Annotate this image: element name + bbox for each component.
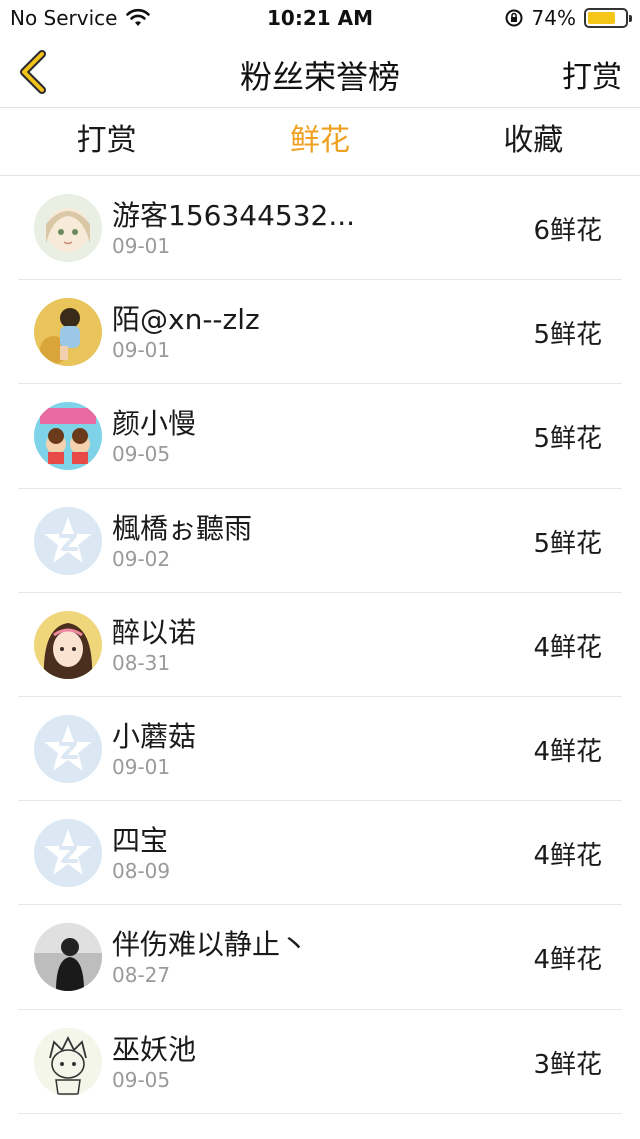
flower-count: 4鲜花 bbox=[533, 945, 602, 976]
fan-row[interactable]: 颜小慢 09-05 5鲜花 bbox=[18, 384, 622, 489]
fan-row[interactable]: 陌@xn--zlz 09-01 5鲜花 bbox=[18, 280, 622, 385]
chevron-left-icon bbox=[20, 50, 46, 94]
fan-name: 楓橋ぉ聽雨 bbox=[112, 511, 253, 545]
fan-name: 醉以诺 bbox=[112, 615, 197, 649]
avatar[interactable] bbox=[34, 1027, 102, 1096]
fan-row[interactable]: 醉以诺 08-31 4鲜花 bbox=[18, 593, 622, 697]
avatar[interactable] bbox=[34, 506, 102, 575]
fan-date: 09-02 bbox=[112, 546, 171, 571]
tab-reward[interactable]: 打赏 bbox=[0, 108, 213, 175]
avatar[interactable] bbox=[34, 714, 102, 783]
avatar-image bbox=[34, 819, 102, 888]
fan-date: 09-05 bbox=[112, 442, 171, 467]
battery-icon bbox=[584, 8, 632, 28]
avatar[interactable] bbox=[34, 298, 102, 367]
rotation-lock-icon bbox=[505, 9, 523, 27]
avatar-image bbox=[34, 506, 102, 575]
avatar-image bbox=[34, 923, 102, 992]
flower-count: 3鲜花 bbox=[533, 1049, 602, 1080]
avatar[interactable] bbox=[34, 923, 102, 992]
flower-count: 5鲜花 bbox=[533, 320, 602, 351]
avatar-image bbox=[34, 714, 102, 783]
flower-count: 6鲜花 bbox=[533, 216, 602, 246]
flower-count: 4鲜花 bbox=[533, 841, 602, 872]
avatar[interactable] bbox=[34, 194, 102, 262]
fan-name: 颜小慢 bbox=[112, 407, 197, 441]
fan-date: 09-05 bbox=[112, 1067, 171, 1092]
flower-count: 4鲜花 bbox=[533, 632, 602, 663]
status-bar: No Service 10:21 AM 74% bbox=[0, 0, 640, 36]
fan-row[interactable]: 楓橋ぉ聽雨 09-02 5鲜花 bbox=[18, 489, 622, 593]
status-right: 74% bbox=[504, 6, 632, 30]
back-button[interactable] bbox=[12, 48, 60, 96]
battery-fill bbox=[588, 12, 615, 24]
fan-name: 巫妖池 bbox=[112, 1032, 197, 1066]
fan-row[interactable]: 巫妖池 09-05 3鲜花 bbox=[18, 1010, 622, 1114]
fan-list: 游客156344532... 09-01 6鲜花 陌@xn--zlz 09-01 5鲜花颜… bbox=[0, 176, 640, 1114]
avatar-image bbox=[34, 402, 102, 471]
fan-date: 09-01 bbox=[112, 338, 171, 363]
flower-count: 5鲜花 bbox=[533, 424, 602, 455]
avatar-image bbox=[34, 194, 102, 262]
nav-bar: 粉丝荣誉榜 打赏 bbox=[0, 36, 640, 108]
tab-flowers[interactable]: 鲜花 bbox=[213, 108, 426, 175]
fan-name: 陌@xn--zlz bbox=[112, 303, 260, 337]
fan-date: 08-27 bbox=[112, 963, 171, 988]
avatar[interactable] bbox=[34, 402, 102, 471]
fan-row[interactable]: 四宝 08-09 4鲜花 bbox=[18, 801, 622, 906]
fan-date: 08-31 bbox=[112, 650, 171, 675]
fan-date: 08-09 bbox=[112, 859, 171, 884]
flower-count: 4鲜花 bbox=[533, 736, 602, 767]
tab-favorites[interactable]: 收藏 bbox=[427, 108, 640, 175]
fan-date: 09-01 bbox=[112, 754, 171, 779]
fan-name: 游客156344532... bbox=[112, 199, 356, 232]
battery-percent: 74% bbox=[531, 6, 576, 30]
avatar-image bbox=[34, 298, 102, 367]
avatar-image bbox=[34, 1027, 102, 1096]
fan-name: 伴伤难以静止丶 bbox=[112, 928, 309, 962]
avatar[interactable] bbox=[34, 610, 102, 679]
flower-count: 5鲜花 bbox=[533, 528, 602, 559]
tab-bar: 打赏 鲜花 收藏 bbox=[0, 108, 640, 176]
fan-row[interactable]: 小蘑菇 09-01 4鲜花 bbox=[18, 697, 622, 802]
page-title: 粉丝荣誉榜 bbox=[239, 58, 400, 96]
reward-button[interactable]: 打赏 bbox=[562, 52, 622, 96]
fan-name: 四宝 bbox=[112, 824, 169, 858]
avatar[interactable] bbox=[34, 819, 102, 888]
fan-row[interactable]: 游客156344532... 09-01 6鲜花 bbox=[18, 176, 622, 281]
fan-name: 小蘑菇 bbox=[112, 719, 197, 753]
avatar-image bbox=[34, 610, 102, 679]
fan-row[interactable]: 伴伤难以静止丶 08-27 4鲜花 bbox=[18, 905, 622, 1010]
fan-date: 09-01 bbox=[112, 234, 171, 258]
